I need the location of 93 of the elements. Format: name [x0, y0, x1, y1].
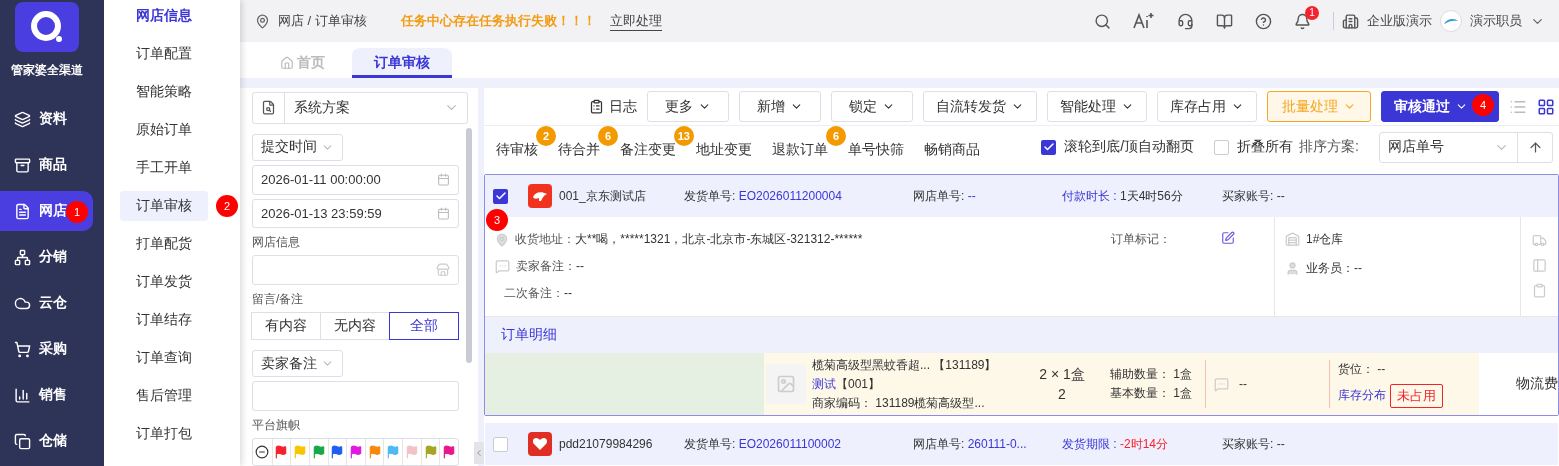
- page-tab[interactable]: 订单审核: [352, 48, 452, 78]
- shop-order-number: 网店单号: 260111-0...: [913, 435, 1027, 453]
- section-title: 订单明细: [485, 317, 1558, 353]
- salesman: 业务员：--: [1306, 260, 1362, 277]
- product-spec: 测试【001】: [812, 375, 882, 393]
- submenu-heading: 网店信息: [135, 6, 193, 25]
- shipment-number: 发货单号: EO2026011100002: [684, 435, 841, 453]
- user-name[interactable]: 演示职员: [1470, 12, 1522, 30]
- toolbar-button[interactable]: 锁定: [831, 91, 913, 123]
- shop-name: pdd21079984296: [559, 437, 653, 451]
- item-note: --: [1239, 377, 1247, 391]
- status-tab[interactable]: 待合并: [558, 135, 600, 160]
- end-date-field[interactable]: 2026-01-13 23:59:59: [252, 198, 459, 229]
- scheme-select[interactable]: 系统方案: [252, 92, 468, 124]
- toolbar-button[interactable]: 审核通过 4: [1381, 91, 1499, 123]
- ship-deadline: 发货期限 : -2时14分: [1062, 435, 1169, 453]
- sidebar-item[interactable]: 网店 1: [0, 191, 93, 231]
- sidebar-item[interactable]: 销售: [0, 375, 93, 415]
- remark-type-select[interactable]: 卖家备注: [252, 349, 343, 378]
- aux-quantity: 辅助数量： 1盒: [1110, 366, 1193, 383]
- submenu-item[interactable]: 订单配置: [120, 39, 208, 69]
- start-date-field[interactable]: 2026-01-11 00:00:00: [252, 165, 459, 195]
- collapse-option[interactable]: 折叠所有: [1214, 138, 1294, 157]
- submenu-item[interactable]: 订单打包: [120, 419, 208, 449]
- toolbar-button[interactable]: 自流转发货: [923, 91, 1037, 123]
- product-name: 榄菊高级型黑蚊香超... 【131189】: [812, 356, 998, 374]
- alert-text: 任务中心存在任务执行失败！！！: [400, 12, 596, 30]
- sidebar-item[interactable]: 商品: [0, 145, 93, 185]
- field-label: 网店信息: [252, 234, 301, 252]
- submenu-item[interactable]: 订单发货: [120, 267, 208, 297]
- shop-order-number: 网店单号: --: [913, 187, 976, 205]
- quantity-total: 2: [1058, 386, 1066, 402]
- status-tab[interactable]: 待审核: [496, 135, 538, 160]
- sidebar-item[interactable]: 仓储: [0, 421, 93, 461]
- sidebar-item[interactable]: 分销: [0, 237, 93, 277]
- submenu-item[interactable]: 智能策略: [120, 77, 208, 107]
- toolbar-button[interactable]: 新增: [739, 91, 821, 123]
- toolbar-button[interactable]: 智能处理: [1047, 91, 1147, 123]
- status-tab[interactable]: 单号快筛: [848, 135, 904, 160]
- shipping-address: 收货地址：大**喝，*****1321，北京-北京市-东城区-321312-******: [515, 231, 863, 248]
- sort-label: 排序方案:: [1299, 138, 1359, 157]
- submenu-item[interactable]: 订单结存: [120, 305, 208, 335]
- time-type-select[interactable]: 提交时间: [252, 133, 343, 162]
- shipment-number: 发货单号: EO2026011200004: [684, 187, 842, 205]
- status-tab[interactable]: 畅销商品: [924, 135, 980, 160]
- buyer-account: 买家账号: --: [1222, 187, 1285, 205]
- base-quantity: 基本数量： 1盒: [1110, 385, 1193, 402]
- submenu-item[interactable]: 打单配货: [120, 229, 208, 259]
- field-label: 平台旗帜: [252, 416, 301, 434]
- submenu-item[interactable]: 订单查询: [120, 343, 208, 373]
- step-badge: 1: [66, 201, 88, 223]
- status-tab[interactable]: 地址变更: [696, 135, 752, 160]
- filter-option[interactable]: 全部: [389, 311, 459, 340]
- count-badge: 6: [598, 126, 618, 147]
- submenu-item[interactable]: 售后管理: [120, 381, 208, 411]
- seller-note: 卖家备注：--: [516, 258, 584, 275]
- step-badge: 3: [486, 209, 508, 231]
- merchant-code: 商家编码： 131189榄菊高级型...: [812, 394, 986, 412]
- status-tag: 未占用: [1390, 383, 1443, 408]
- status-tab[interactable]: 退款订单: [772, 135, 828, 160]
- step-badge: 4: [1472, 94, 1494, 117]
- sidebar-item[interactable]: 云仓: [0, 283, 93, 323]
- breadcrumb: 网店 / 订单审核: [278, 12, 367, 30]
- freight-label: 物流费: [1516, 375, 1558, 393]
- toolbar-button[interactable]: 库存占用: [1157, 91, 1257, 123]
- warehouse-name: 1#仓库: [1306, 231, 1344, 248]
- logo-text: 管家婆全渠道: [9, 62, 84, 79]
- step-badge: 2: [216, 195, 238, 217]
- filter-option[interactable]: 无内容: [320, 311, 390, 340]
- order-mark-label: 订单标记：: [1111, 231, 1171, 248]
- handle-now-link[interactable]: 立即处理: [609, 11, 662, 31]
- edition-label: 企业版演示: [1367, 12, 1432, 30]
- filter-option[interactable]: 有内容: [251, 311, 321, 340]
- buyer-account: 买家账号: --: [1222, 435, 1285, 453]
- payment-duration: 付款时长 : 1天4时56分: [1062, 187, 1183, 205]
- submenu-item[interactable]: 原始订单: [120, 115, 208, 145]
- sidebar-item[interactable]: 采购: [0, 329, 93, 369]
- second-note: 二次备注：--: [504, 285, 572, 302]
- count-badge: 2: [536, 126, 556, 147]
- stock-distribution-link[interactable]: 库存分布: [1338, 387, 1386, 404]
- submenu-item[interactable]: 手工开单: [120, 153, 208, 183]
- log-button[interactable]: 日志: [589, 97, 637, 116]
- submenu-item[interactable]: 订单审核: [120, 191, 208, 221]
- field-label: 留言/备注: [252, 290, 305, 308]
- sidebar-item[interactable]: 资料: [0, 99, 93, 139]
- notification-badge: 1: [1305, 5, 1319, 20]
- count-badge: 6: [826, 126, 846, 147]
- storage-slot: 货位： --: [1338, 360, 1470, 378]
- auto-page-option[interactable]: 滚轮到底/顶自动翻页: [1041, 138, 1195, 157]
- status-tab[interactable]: 备注变更: [620, 135, 676, 160]
- toolbar-button[interactable]: 更多: [647, 91, 729, 123]
- shop-name: 001_京东测试店: [559, 187, 646, 205]
- quantity: 2 × 1盒: [1039, 366, 1085, 384]
